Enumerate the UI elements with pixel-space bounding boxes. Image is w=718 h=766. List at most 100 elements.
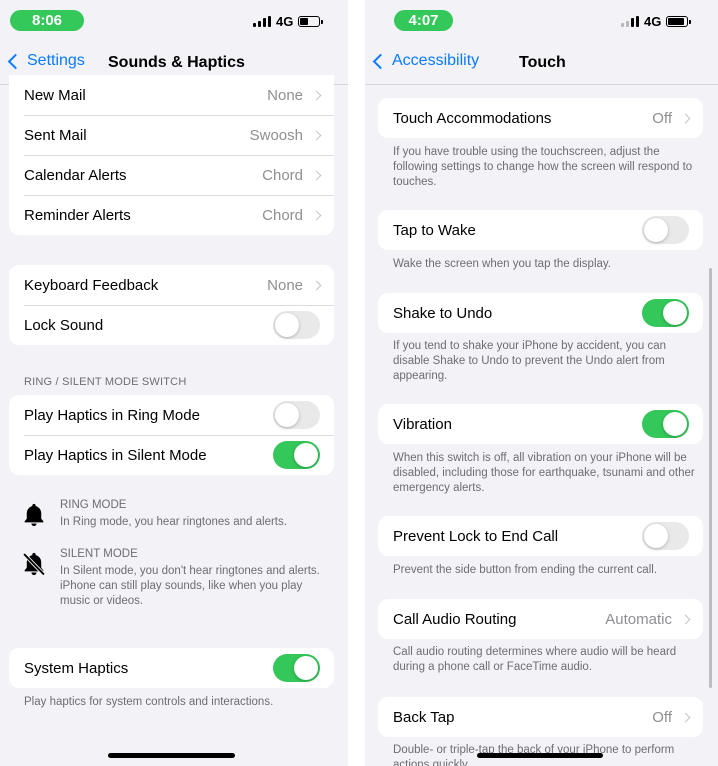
prevent-lock-row: Prevent Lock to End Call bbox=[378, 516, 703, 556]
chevron-right-icon bbox=[311, 280, 322, 290]
tap-to-wake-toggle[interactable] bbox=[642, 216, 689, 244]
haptics-silent-mode-toggle[interactable] bbox=[273, 441, 320, 469]
row-label: Vibration bbox=[393, 415, 452, 433]
row-value: Chord bbox=[262, 166, 303, 184]
row-label: Shake to Undo bbox=[393, 304, 493, 322]
row-label: Lock Sound bbox=[24, 316, 104, 334]
row-label: Tap to Wake bbox=[393, 221, 476, 239]
system-haptics-group: System Haptics bbox=[9, 648, 334, 688]
status-indicators: 4G bbox=[621, 14, 692, 29]
network-type: 4G bbox=[276, 14, 294, 29]
tap-to-wake-row: Tap to Wake bbox=[378, 210, 703, 250]
haptics-silent-mode-row: Play Haptics in Silent Mode bbox=[9, 435, 334, 475]
vibration-toggle[interactable] bbox=[642, 410, 689, 438]
back-tap-group: Back Tap Off bbox=[378, 697, 703, 737]
status-bar: 4:07 4G bbox=[365, 0, 718, 44]
sent-mail-row[interactable]: Sent Mail Swoosh bbox=[9, 115, 334, 155]
silent-mode-desc: In Silent mode, you don't hear ringtones… bbox=[60, 565, 320, 607]
row-label: Prevent Lock to End Call bbox=[393, 527, 559, 545]
call-audio-routing-row[interactable]: Call Audio Routing Automatic bbox=[378, 599, 703, 639]
vibration-footer: When this switch is off, all vibration o… bbox=[393, 452, 695, 494]
prevent-lock-toggle[interactable] bbox=[642, 522, 689, 550]
cellular-signal-icon bbox=[253, 16, 271, 27]
home-indicator[interactable] bbox=[108, 753, 235, 758]
chevron-left-icon bbox=[372, 53, 389, 69]
page-title: Touch bbox=[519, 54, 566, 71]
sounds-haptics-screen: 8:06 4G Settings Sounds & Haptics New Ma… bbox=[0, 0, 348, 766]
keyboard-feedback-row[interactable]: Keyboard Feedback None bbox=[9, 265, 334, 305]
calendar-alerts-row[interactable]: Calendar Alerts Chord bbox=[9, 155, 334, 195]
system-haptics-toggle[interactable] bbox=[273, 654, 320, 682]
chevron-right-icon bbox=[311, 170, 322, 180]
nav-divider bbox=[365, 84, 718, 85]
shake-to-undo-toggle[interactable] bbox=[642, 299, 689, 327]
row-value: Off bbox=[652, 109, 672, 127]
row-value: None bbox=[267, 86, 303, 104]
chevron-left-icon bbox=[7, 53, 24, 69]
ring-silent-section-header: RING / SILENT MODE SWITCH bbox=[24, 376, 187, 388]
lock-sound-row: Lock Sound bbox=[9, 305, 334, 345]
bell-slash-icon bbox=[20, 548, 50, 609]
back-tap-row[interactable]: Back Tap Off bbox=[378, 697, 703, 737]
tap-to-wake-group: Tap to Wake bbox=[378, 210, 703, 250]
touch-accommodations-group: Touch Accommodations Off bbox=[378, 98, 703, 138]
row-label: Play Haptics in Ring Mode bbox=[24, 406, 200, 424]
feedback-group: Keyboard Feedback None Lock Sound bbox=[9, 265, 334, 345]
row-value: Automatic bbox=[605, 610, 672, 628]
ring-mode-desc: In Ring mode, you hear ringtones and ale… bbox=[60, 516, 287, 528]
chevron-right-icon bbox=[680, 712, 691, 722]
back-button[interactable]: Settings bbox=[4, 52, 85, 70]
row-label: Call Audio Routing bbox=[393, 610, 517, 628]
back-button[interactable]: Accessibility bbox=[369, 52, 479, 70]
reminder-alerts-row[interactable]: Reminder Alerts Chord bbox=[9, 195, 334, 235]
ring-mode-info: RING MODE In Ring mode, you hear rington… bbox=[20, 499, 328, 534]
row-label: Sent Mail bbox=[24, 126, 87, 144]
status-time: 4:07 bbox=[394, 10, 453, 31]
chevron-right-icon bbox=[311, 90, 322, 100]
chevron-right-icon bbox=[311, 130, 322, 140]
new-mail-row[interactable]: New Mail None bbox=[9, 75, 334, 115]
touch-accommodations-row[interactable]: Touch Accommodations Off bbox=[378, 98, 703, 138]
tap-to-wake-footer: Wake the screen when you tap the display… bbox=[393, 258, 611, 270]
row-label: Play Haptics in Silent Mode bbox=[24, 446, 207, 464]
row-label: Back Tap bbox=[393, 708, 455, 726]
system-haptics-footer: Play haptics for system controls and int… bbox=[24, 696, 274, 708]
page-title: Sounds & Haptics bbox=[108, 54, 245, 71]
cellular-signal-icon bbox=[621, 16, 639, 27]
nav-bar: Accessibility Touch bbox=[365, 44, 718, 84]
status-indicators: 4G bbox=[253, 14, 324, 29]
ring-silent-group: Play Haptics in Ring Mode Play Haptics i… bbox=[9, 395, 334, 475]
haptics-ring-mode-toggle[interactable] bbox=[273, 401, 320, 429]
call-audio-routing-footer: Call audio routing determines where audi… bbox=[393, 646, 677, 673]
prevent-lock-group: Prevent Lock to End Call bbox=[378, 516, 703, 556]
battery-icon bbox=[298, 16, 324, 27]
row-label: Touch Accommodations bbox=[393, 109, 552, 127]
lock-sound-toggle[interactable] bbox=[273, 311, 320, 339]
row-label: New Mail bbox=[24, 86, 86, 104]
row-label: Calendar Alerts bbox=[24, 166, 127, 184]
home-indicator[interactable] bbox=[477, 753, 603, 758]
prevent-lock-footer: Prevent the side button from ending the … bbox=[393, 564, 658, 576]
ring-mode-title: RING MODE bbox=[60, 499, 127, 511]
chevron-right-icon bbox=[311, 210, 322, 220]
shake-to-undo-row: Shake to Undo bbox=[378, 293, 703, 333]
battery-icon bbox=[666, 16, 692, 27]
back-label: Settings bbox=[27, 52, 85, 69]
vibration-group: Vibration bbox=[378, 404, 703, 444]
scroll-indicator[interactable] bbox=[709, 268, 712, 688]
row-label: Keyboard Feedback bbox=[24, 276, 159, 294]
touch-settings-screen: 4:07 4G Accessibility Touch Touch Accomm… bbox=[365, 0, 718, 766]
row-value: Chord bbox=[262, 206, 303, 224]
row-label: System Haptics bbox=[24, 659, 129, 677]
row-label: Reminder Alerts bbox=[24, 206, 131, 224]
shake-to-undo-group: Shake to Undo bbox=[378, 293, 703, 333]
bell-icon bbox=[20, 499, 50, 534]
vibration-row: Vibration bbox=[378, 404, 703, 444]
system-haptics-row: System Haptics bbox=[9, 648, 334, 688]
chevron-right-icon bbox=[680, 113, 691, 123]
haptics-ring-mode-row: Play Haptics in Ring Mode bbox=[9, 395, 334, 435]
status-bar: 8:06 4G bbox=[0, 0, 348, 44]
row-value: Off bbox=[652, 708, 672, 726]
silent-mode-info: SILENT MODE In Silent mode, you don't he… bbox=[20, 548, 328, 609]
back-label: Accessibility bbox=[392, 52, 480, 69]
